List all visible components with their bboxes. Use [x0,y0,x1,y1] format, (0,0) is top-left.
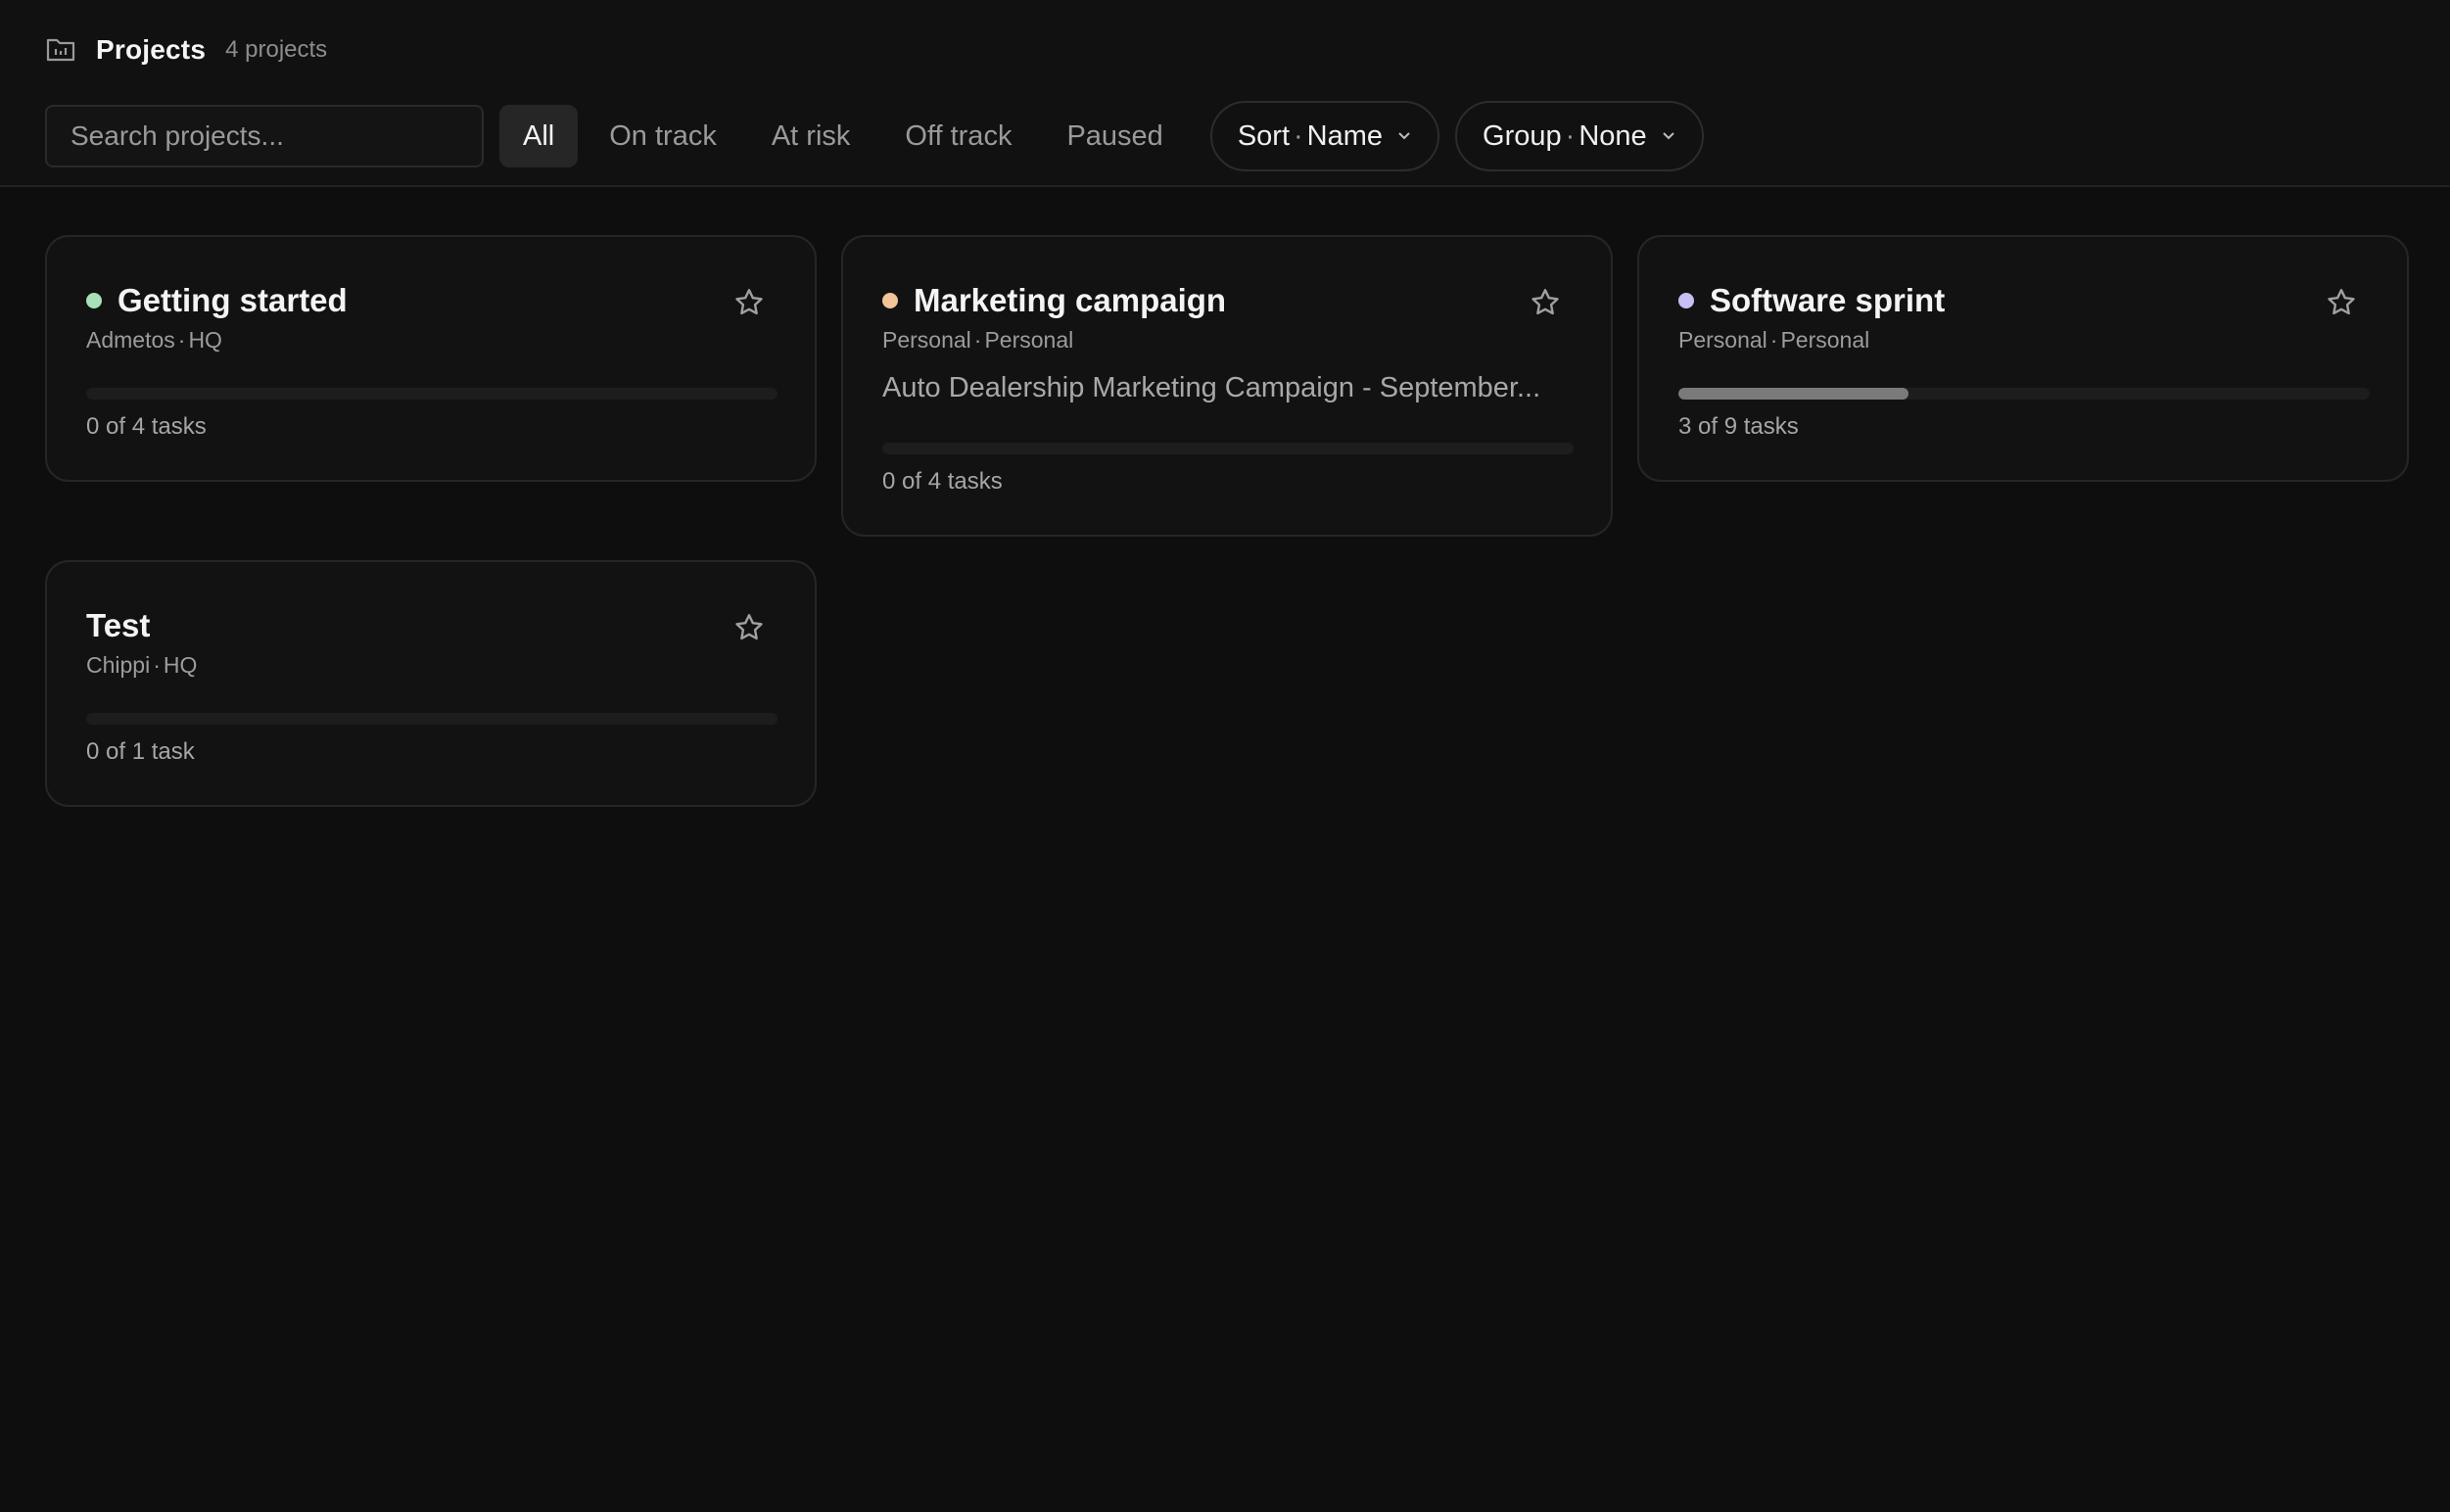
separator-dot: · [1769,327,1778,353]
project-team: HQ [163,652,198,678]
search-input[interactable] [45,105,484,167]
task-count: 0 of 4 tasks [86,413,207,440]
project-description: Auto Dealership Marketing Campaign - Sep… [882,372,1541,403]
progress-fill [1678,388,1909,400]
task-count: 3 of 9 tasks [1678,413,1799,440]
project-name: Getting started [118,282,348,318]
project-name: Test [86,607,151,643]
project-owner: Personal [1678,327,1767,353]
progress-bar [1678,388,2370,400]
task-count: 0 of 4 tasks [882,468,1003,495]
project-meta: Admetos · HQ [86,327,222,354]
group-value: None [1578,119,1647,152]
separator-dot: · [1565,119,1576,152]
filter-paused[interactable]: Paused [1043,105,1186,167]
project-name: Software sprint [1710,282,1946,318]
page-header: Projects 4 projects All On track At risk… [0,0,2450,187]
project-owner: Personal [882,327,971,353]
project-name-row: Test [86,607,150,644]
group-label: Group [1483,119,1562,152]
toolbar: All On track At risk Off track Paused So… [45,101,1704,171]
project-card[interactable]: Getting started Admetos · HQ 0 of 4 tasks [45,235,817,482]
folder-icon [45,34,76,66]
star-icon[interactable] [732,611,766,644]
project-name-row: Getting started [86,282,348,319]
project-meta: Chippi · HQ [86,652,197,679]
project-name: Marketing campaign [914,282,1227,318]
star-icon[interactable] [732,286,766,319]
star-icon[interactable] [2325,286,2358,319]
project-team: Personal [1780,327,1870,353]
project-team: Personal [984,327,1074,353]
filter-off-track[interactable]: Off track [881,105,1035,167]
chevron-down-icon [1396,131,1412,141]
project-owner: Admetos [86,327,175,353]
status-dot [1678,293,1694,308]
task-count: 0 of 1 task [86,738,195,765]
separator-dot: · [153,652,161,678]
progress-bar [882,443,1574,454]
project-card[interactable]: Marketing campaign Personal · Personal Aut… [841,235,1613,537]
star-icon[interactable] [1529,286,1562,319]
status-dot [86,293,102,308]
chevron-down-icon [1661,131,1676,141]
project-meta: Personal · Personal [1678,327,1869,354]
filter-all[interactable]: All [499,105,579,167]
group-dropdown[interactable]: Group · None [1455,101,1704,171]
separator-dot: · [1294,119,1303,152]
progress-bar [86,713,777,725]
sort-value: Name [1306,119,1384,152]
progress-bar [86,388,777,400]
status-dot [882,293,898,308]
page-title: Projects [96,34,207,65]
title-row: Projects 4 projects [45,29,327,71]
project-card[interactable]: Software sprint Personal · Personal 3 of 9… [1637,235,2409,482]
project-meta: Personal · Personal [882,327,1073,354]
filter-on-track[interactable]: On track [586,105,740,167]
project-owner: Chippi [86,652,151,678]
separator-dot: · [973,327,982,353]
project-count: 4 projects [225,36,328,63]
project-name-row: Software sprint [1678,282,1945,319]
status-filters: All On track At risk Off track Paused [499,105,1195,167]
filter-at-risk[interactable]: At risk [748,105,874,167]
project-card[interactable]: Test Chippi · HQ 0 of 1 task [45,560,817,807]
project-team: HQ [188,327,222,353]
sort-label: Sort [1237,119,1290,152]
separator-dot: · [177,327,186,353]
sort-dropdown[interactable]: Sort · Name [1209,101,1440,171]
project-name-row: Marketing campaign [882,282,1226,319]
